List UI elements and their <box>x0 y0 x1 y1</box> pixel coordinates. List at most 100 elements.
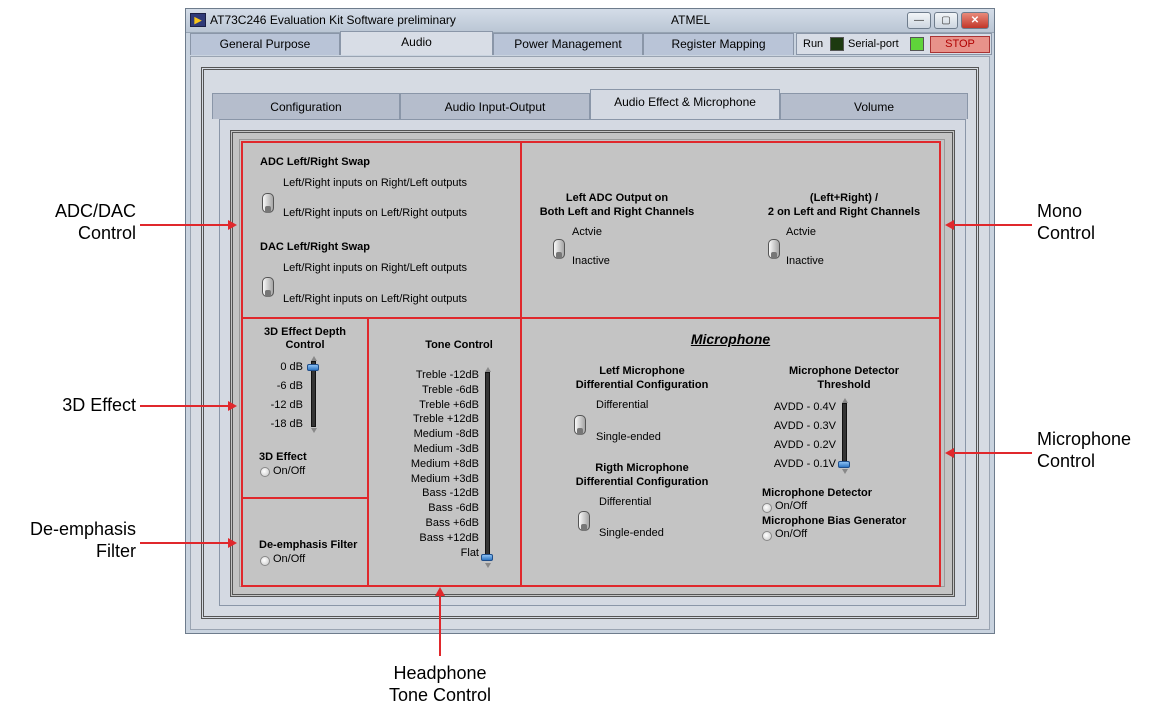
mic-detector-radio[interactable] <box>762 503 772 513</box>
dac-swap-option-2: Left/Right inputs on Left/Right outputs <box>283 293 468 305</box>
annotation-adc-dac-line-1: ADC/DAC <box>54 201 136 221</box>
mic-threshold-slider-knob[interactable] <box>838 461 850 468</box>
annotation-tone-line-1: Headphone <box>393 663 487 683</box>
arrow-head-icon <box>435 587 445 596</box>
3d-slider-down-arrow[interactable] <box>311 428 317 433</box>
arrow-line <box>140 405 228 407</box>
dac-swap-title: DAC Left/Right Swap <box>260 241 370 253</box>
audio-panel: Configuration Audio Input-Output Audio E… <box>190 56 990 630</box>
3d-tick-1: -6 dB <box>276 380 303 392</box>
adc-swap-title: ADC Left/Right Swap <box>260 156 370 168</box>
app-window: ▶ AT73C246 Evaluation Kit Software preli… <box>185 8 995 634</box>
mono-sum-active-label: Actvie <box>786 226 816 238</box>
tab-audio-effect-microphone[interactable]: Audio Effect & Microphone <box>590 89 780 119</box>
controls-area: ADC Left/Right Swap Left/Right inputs on… <box>239 139 945 587</box>
effect-panel-frame: ADC Left/Right Swap Left/Right inputs on… <box>230 130 955 597</box>
mic-threshold-slider-track[interactable] <box>842 403 847 467</box>
tone-slider-knob[interactable] <box>481 554 493 561</box>
3d-tick-3: -18 dB <box>270 418 303 430</box>
serial-port-indicator <box>910 37 924 51</box>
tone-slider-down-arrow[interactable] <box>485 563 491 568</box>
3d-effect-on-off-label: On/Off <box>273 465 306 477</box>
adc-swap-option-1: Left/Right inputs on Right/Left outputs <box>283 177 468 189</box>
adc-swap-toggle[interactable] <box>262 193 274 213</box>
mic-left-single-ended-label: Single-ended <box>596 431 661 443</box>
annotation-mono-line-1: Mono <box>1037 201 1083 221</box>
tone-control-title: Tone Control <box>425 339 493 351</box>
tone-tick-6: Medium +8dB <box>410 457 479 470</box>
mic-bias-radio[interactable] <box>762 531 772 541</box>
mic-left-title-1: Letf Microphone <box>599 365 685 377</box>
3d-depth-title-1: 3D Effect Depth <box>264 326 346 338</box>
mic-bias-title: Microphone Bias Generator <box>762 515 907 527</box>
maximize-button[interactable]: ▢ <box>934 12 958 29</box>
mic-threshold-tick-1: AVDD - 0.3V <box>773 420 836 432</box>
de-emphasis-group: De-emphasis Filter On/Off <box>241 497 369 587</box>
mono-left-title-2: Both Left and Right Channels <box>539 206 695 218</box>
arrow-head-icon <box>945 448 954 458</box>
tone-tick-11: Bass +12dB <box>419 531 479 544</box>
tone-tick-0: Treble -12dB <box>415 369 479 381</box>
de-emphasis-radio[interactable] <box>260 556 270 566</box>
annotation-de-emphasis-line-1: De-emphasis <box>29 519 136 539</box>
mic-threshold-tick-2: AVDD - 0.2V <box>773 439 836 451</box>
microphone-title: Microphone <box>690 331 771 347</box>
dac-swap-option-1: Left/Right inputs on Right/Left outputs <box>283 262 468 274</box>
adc-swap-option-2: Left/Right inputs on Left/Right outputs <box>283 207 468 219</box>
de-emphasis-title: De-emphasis Filter <box>259 539 358 551</box>
tone-tick-7: Medium +3dB <box>410 472 479 485</box>
mic-threshold-title-2: Threshold <box>817 379 871 391</box>
effect-panel: ADC Left/Right Swap Left/Right inputs on… <box>219 119 966 606</box>
3d-depth-slider-knob[interactable] <box>307 364 319 371</box>
annotation-microphone: Microphone Control <box>1037 428 1163 472</box>
tone-tick-2: Treble +6dB <box>419 398 479 411</box>
tone-tick-5: Medium -3dB <box>413 443 479 455</box>
3d-depth-title-2: Control <box>285 339 325 351</box>
tone-tick-4: Medium -8dB <box>413 428 479 441</box>
adc-dac-control-group: ADC Left/Right Swap Left/Right inputs on… <box>241 141 522 319</box>
minimize-button[interactable]: — <box>907 12 931 29</box>
tab-volume[interactable]: Volume <box>780 93 968 119</box>
arrow-line <box>954 452 1032 454</box>
de-emphasis-on-off-label: On/Off <box>273 553 306 565</box>
run-indicator <box>830 37 844 51</box>
mono-sum-inactive-label: Inactive <box>786 255 824 267</box>
annotation-tone-line-2: Tone Control <box>388 685 492 705</box>
mono-left-inactive-label: Inactive <box>572 255 610 267</box>
annotation-microphone-line-1: Microphone <box>1037 429 1132 449</box>
tab-register-mapping[interactable]: Register Mapping <box>643 33 794 55</box>
mic-detector-on-off-label: On/Off <box>775 500 808 512</box>
mono-left-toggle[interactable] <box>553 239 565 259</box>
tab-power-management[interactable]: Power Management <box>493 33 643 55</box>
arrow-line <box>140 224 228 226</box>
mic-left-differential-label: Differential <box>596 399 649 411</box>
tab-general-purpose[interactable]: General Purpose <box>190 33 340 55</box>
annotation-microphone-line-2: Control <box>1037 451 1096 471</box>
annotation-adc-dac: ADC/DAC Control <box>40 200 136 244</box>
mic-threshold-title-1: Microphone Detector <box>788 365 899 377</box>
tone-slider-track[interactable] <box>485 372 490 561</box>
annotation-mono: Mono Control <box>1037 200 1157 244</box>
mic-left-toggle[interactable] <box>574 415 586 435</box>
window-title-center: ATMEL <box>671 13 711 27</box>
tab-audio[interactable]: Audio <box>340 31 493 55</box>
tone-tick-9: Bass -6dB <box>428 502 479 515</box>
tab-configuration[interactable]: Configuration <box>212 93 400 119</box>
mic-right-toggle[interactable] <box>578 511 590 531</box>
mono-left-title-1: Left ADC Output on <box>565 192 669 204</box>
dac-swap-toggle[interactable] <box>262 277 274 297</box>
tone-tick-8: Bass -12dB <box>422 487 479 500</box>
tab-audio-input-output[interactable]: Audio Input-Output <box>400 93 590 119</box>
mic-threshold-tick-3: AVDD - 0.1V <box>773 458 836 470</box>
serial-port-label: Serial-port <box>848 38 899 50</box>
mic-threshold-down-arrow[interactable] <box>842 469 848 474</box>
mono-sum-toggle[interactable] <box>768 239 780 259</box>
labview-icon: ▶ <box>190 13 206 27</box>
3d-effect-radio[interactable] <box>260 467 270 477</box>
close-button[interactable]: ✕ <box>961 12 989 29</box>
mic-left-title-2: Differential Configuration <box>575 379 709 391</box>
stop-button[interactable]: STOP <box>930 36 990 53</box>
window-title: AT73C246 Evaluation Kit Software prelimi… <box>210 13 456 27</box>
3d-effect-title: 3D Effect <box>259 451 307 463</box>
tone-control-group: Tone Control Treble -12dB Treble -6dB Treb… <box>367 317 522 587</box>
